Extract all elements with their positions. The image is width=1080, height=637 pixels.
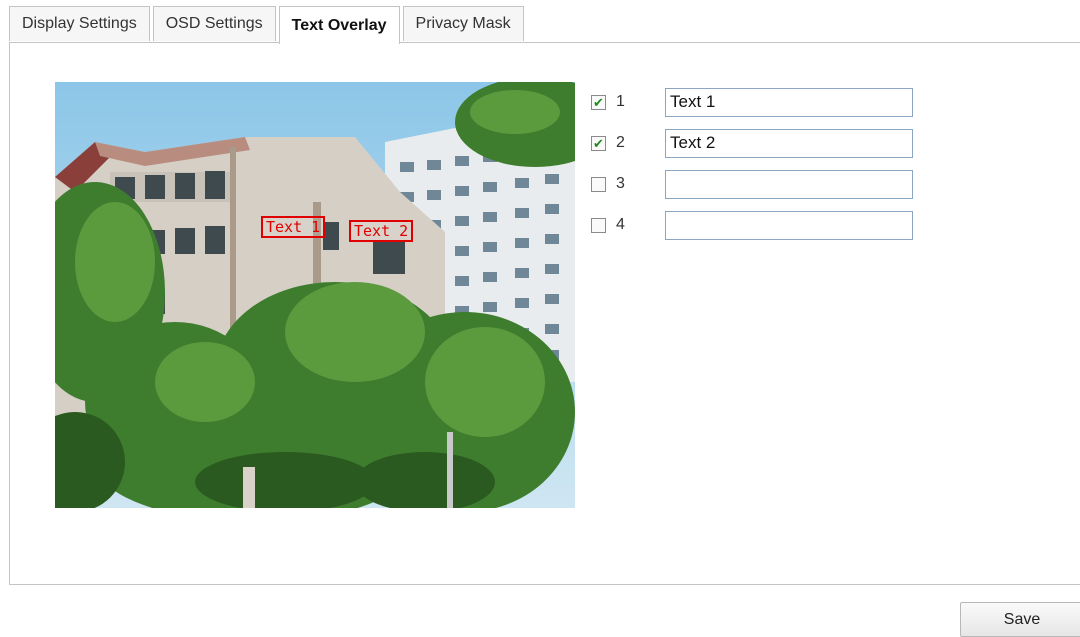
text-2-checkbox[interactable]: ✔ — [591, 135, 606, 151]
tab-display-settings[interactable]: Display Settings — [9, 6, 150, 41]
text-1-checkbox[interactable]: ✔ — [591, 94, 606, 110]
overlay-text-2-box[interactable]: Text 2 — [349, 220, 414, 242]
text-3-input[interactable] — [665, 169, 913, 199]
text-row-number: 4 — [616, 216, 625, 233]
video-preview[interactable]: Text 1 Text 2 — [55, 82, 575, 508]
text-row-3: 3 — [591, 169, 913, 199]
checkmark-icon: ✔ — [593, 135, 604, 151]
text-2-input[interactable] — [665, 128, 913, 158]
tab-privacy-mask[interactable]: Privacy Mask — [402, 6, 524, 41]
text-3-checkbox[interactable] — [591, 176, 606, 192]
save-button[interactable]: Save — [960, 602, 1080, 637]
text-row-number: 3 — [616, 175, 625, 192]
checkmark-icon: ✔ — [593, 94, 604, 110]
camera-scene-image — [55, 82, 575, 508]
tab-text-overlay[interactable]: Text Overlay — [278, 6, 400, 44]
tab-bar: Display Settings OSD Settings Text Overl… — [9, 6, 524, 44]
text-row-number: 2 — [616, 134, 625, 151]
tab-osd-settings[interactable]: OSD Settings — [152, 6, 276, 41]
text-row-1: ✔ 1 — [591, 87, 913, 117]
text-4-checkbox[interactable] — [591, 217, 606, 233]
text-4-input[interactable] — [665, 210, 913, 240]
text-row-number: 1 — [616, 93, 625, 110]
overlay-text-1-box[interactable]: Text 1 — [261, 216, 326, 238]
text-1-input[interactable] — [665, 87, 913, 117]
text-row-4: 4 — [591, 210, 913, 240]
text-row-2: ✔ 2 — [591, 128, 913, 158]
